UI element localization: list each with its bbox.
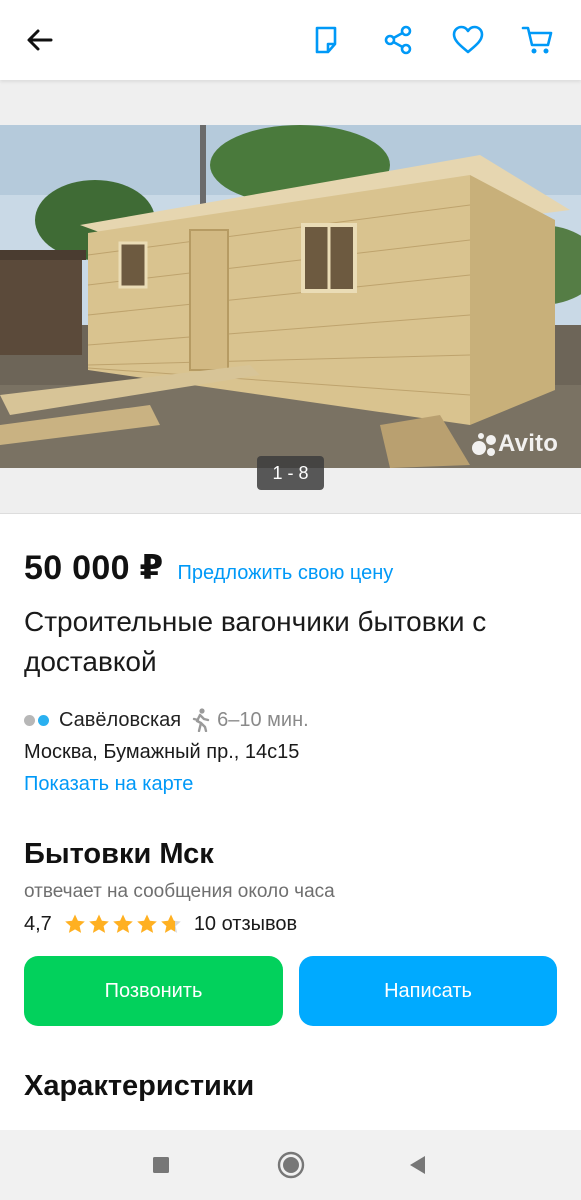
home-button[interactable] (273, 1147, 309, 1183)
system-nav-bar (0, 1130, 581, 1200)
share-button[interactable] (376, 18, 420, 62)
listing-details: 50 000 ₽ Предложить свою цену Строительн… (24, 548, 558, 935)
star-icon (137, 914, 157, 933)
cart-button[interactable] (516, 18, 560, 62)
specs-heading: Характеристики (24, 1070, 255, 1102)
star-icon (89, 914, 109, 933)
square-icon (153, 1157, 169, 1173)
price: 50 000 ₽ (24, 549, 164, 587)
star-icon (161, 914, 181, 933)
top-bar (0, 0, 581, 80)
note-button[interactable] (304, 18, 348, 62)
recent-apps-button[interactable] (143, 1147, 179, 1183)
walking-icon (191, 708, 211, 732)
metro-line-dot (24, 714, 35, 726)
star-icon (65, 914, 85, 933)
photo-counter: 1 - 8 (257, 456, 324, 490)
walk-time: 6–10 мин. (217, 708, 309, 731)
heart-icon (452, 25, 484, 54)
show-on-map-link[interactable]: Показать на карте (24, 773, 193, 796)
metro-station: Савёловская (59, 708, 182, 731)
photo-gallery[interactable]: Avito 1 - 8 (0, 80, 581, 514)
seller-response-time: отвечает на сообщения около часа (24, 881, 335, 902)
price-row: 50 000 ₽ Предложить свою цену (24, 548, 558, 598)
metro-line-dot (38, 714, 49, 726)
cart-icon (521, 26, 553, 54)
call-button[interactable]: Позвонить (24, 956, 283, 1026)
seller-name[interactable]: Бытовки Мск (24, 838, 214, 871)
share-icon (384, 25, 412, 55)
arrow-left-icon (27, 29, 53, 51)
circle-icon (277, 1151, 305, 1179)
rating-value: 4,7 (24, 912, 52, 935)
note-icon (315, 26, 337, 54)
photo-watermark: Avito (498, 430, 559, 457)
seller-rating[interactable]: 4,7 10 отзывов (24, 910, 297, 938)
back-button[interactable] (18, 18, 62, 62)
rating-stars (64, 913, 184, 935)
reviews-count[interactable]: 10 отзывов (194, 913, 297, 936)
offer-price-link[interactable]: Предложить свою цену (178, 562, 394, 585)
triangle-back-icon (410, 1156, 425, 1174)
address: Москва, Бумажный пр., 14с15 (24, 741, 300, 763)
listing-title: Строительные вагончики бытовки с доставк… (24, 606, 487, 677)
system-back-button[interactable] (400, 1147, 436, 1183)
favorite-button[interactable] (446, 18, 490, 62)
write-button[interactable]: Написать (299, 956, 557, 1026)
listing-photo[interactable] (0, 125, 581, 468)
star-icon (113, 914, 133, 933)
avito-logo-icon (472, 433, 496, 456)
metro-info: Савёловская 6–10 мин. (24, 706, 309, 734)
